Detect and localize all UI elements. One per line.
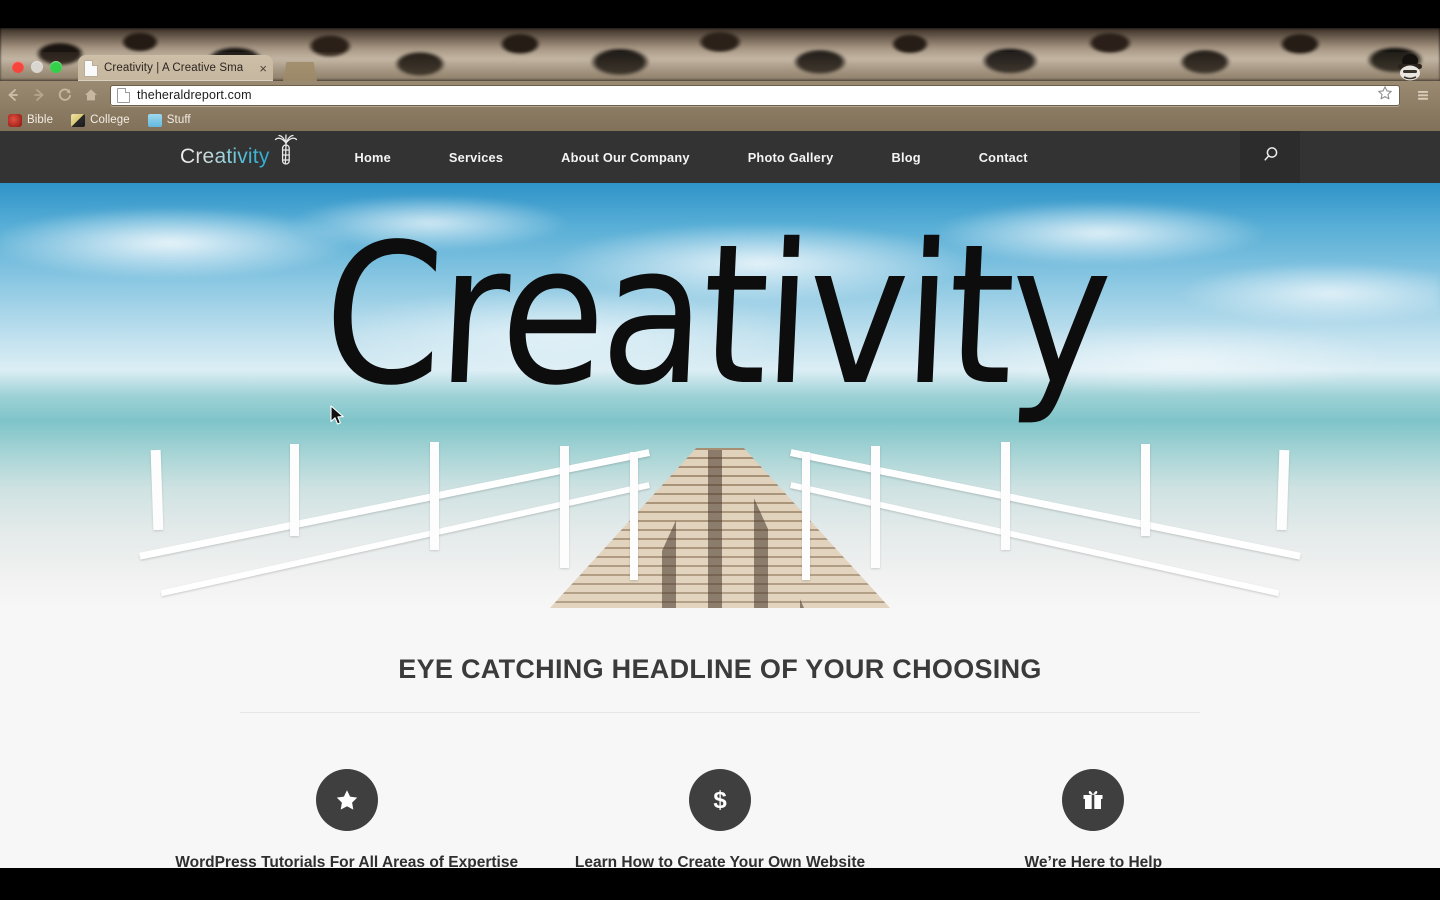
svg-text:$: $ bbox=[713, 787, 727, 814]
incognito-icon bbox=[1392, 52, 1428, 81]
bookmark-bible[interactable]: Bible bbox=[8, 113, 54, 127]
gift-icon bbox=[1062, 769, 1125, 831]
feature-columns: WordPress Tutorials For All Areas of Exp… bbox=[0, 769, 1440, 868]
tab-close-icon[interactable]: × bbox=[259, 62, 267, 75]
nav-item-contact[interactable]: Contact bbox=[979, 150, 1028, 165]
tab-strip: Creativity | A Creative Sma × bbox=[0, 52, 1440, 81]
home-icon[interactable] bbox=[78, 83, 104, 107]
browser-tab[interactable]: Creativity | A Creative Sma × bbox=[78, 55, 273, 81]
feature-column: We’re Here to Help Have any questions? E… bbox=[907, 769, 1280, 868]
site-navigation: Creativity Home Services About Our Compa… bbox=[0, 131, 1440, 183]
url-text: theheraldreport.com bbox=[137, 88, 252, 102]
forward-arrow-icon[interactable] bbox=[26, 83, 52, 107]
nav-item-photo-gallery[interactable]: Photo Gallery bbox=[748, 150, 834, 165]
feature-column: WordPress Tutorials For All Areas of Exp… bbox=[160, 769, 533, 868]
letterbox-bottom bbox=[0, 868, 1440, 900]
zoom-window-button[interactable] bbox=[50, 61, 62, 73]
palm-tree-icon bbox=[273, 133, 299, 172]
bookmark-star-icon[interactable] bbox=[1377, 85, 1393, 106]
nav-item-home[interactable]: Home bbox=[355, 150, 391, 165]
site-logo-text: Creativity bbox=[180, 145, 270, 168]
dollar-icon: $ bbox=[688, 769, 751, 831]
folder-icon bbox=[147, 113, 162, 127]
browser-toolbar: theheraldreport.com bbox=[0, 81, 1440, 109]
page-content: EYE CATCHING HEADLINE OF YOUR CHOOSING W… bbox=[0, 608, 1440, 868]
bookmark-label: College bbox=[90, 114, 130, 126]
nav-item-services[interactable]: Services bbox=[449, 150, 503, 165]
reload-icon[interactable] bbox=[52, 83, 78, 107]
feature-title: We’re Here to Help bbox=[1024, 854, 1163, 868]
back-arrow-icon[interactable] bbox=[0, 83, 26, 107]
nav-right-filler bbox=[1300, 131, 1440, 183]
new-tab-button[interactable] bbox=[283, 62, 317, 81]
tab-title: Creativity | A Creative Sma bbox=[104, 62, 244, 74]
bookmark-label: Stuff bbox=[166, 114, 191, 126]
nav-links: Home Services About Our Company Photo Ga… bbox=[355, 150, 1028, 165]
star-icon bbox=[315, 769, 378, 831]
nav-item-about-our-company[interactable]: About Our Company bbox=[561, 150, 690, 165]
bookmarks-bar: Bible College Stuff bbox=[0, 109, 1440, 131]
bible-icon bbox=[8, 113, 22, 127]
page-viewport: Creativity Home Services About Our Compa… bbox=[0, 131, 1440, 868]
close-window-button[interactable] bbox=[12, 61, 24, 73]
feature-column: $ Learn How to Create Your Own Website W… bbox=[533, 769, 906, 868]
nav-item-blog[interactable]: Blog bbox=[892, 150, 921, 165]
page-headline: EYE CATCHING HEADLINE OF YOUR CHOOSING bbox=[398, 654, 1042, 684]
hero-banner: Creativity bbox=[0, 183, 1440, 608]
address-bar[interactable]: theheraldreport.com bbox=[110, 84, 1400, 106]
window-controls[interactable] bbox=[12, 61, 62, 73]
feature-title: Learn How to Create Your Own Website bbox=[574, 854, 866, 868]
headline-divider bbox=[240, 712, 1200, 713]
screen: Creativity | A Creative Sma × theheraldr… bbox=[0, 0, 1440, 900]
bookmark-college[interactable]: College bbox=[71, 113, 130, 127]
hero-title: Creativity bbox=[319, 203, 1113, 429]
feature-title: WordPress Tutorials For All Areas of Exp… bbox=[175, 854, 519, 868]
search-icon bbox=[1261, 145, 1280, 169]
minimize-window-button[interactable] bbox=[31, 61, 43, 73]
bookmark-stuff[interactable]: Stuff bbox=[147, 113, 191, 127]
site-logo[interactable]: Creativity bbox=[180, 134, 299, 172]
browser-window: Creativity | A Creative Sma × theheraldr… bbox=[0, 52, 1440, 868]
nav-search-button[interactable] bbox=[1240, 131, 1300, 183]
college-icon bbox=[71, 113, 86, 127]
bookmark-label: Bible bbox=[27, 114, 54, 126]
hamburger-menu-icon[interactable] bbox=[1410, 83, 1436, 107]
page-favicon-icon bbox=[117, 87, 130, 103]
letterbox-top bbox=[0, 0, 1440, 28]
tab-favicon-icon bbox=[84, 59, 98, 77]
